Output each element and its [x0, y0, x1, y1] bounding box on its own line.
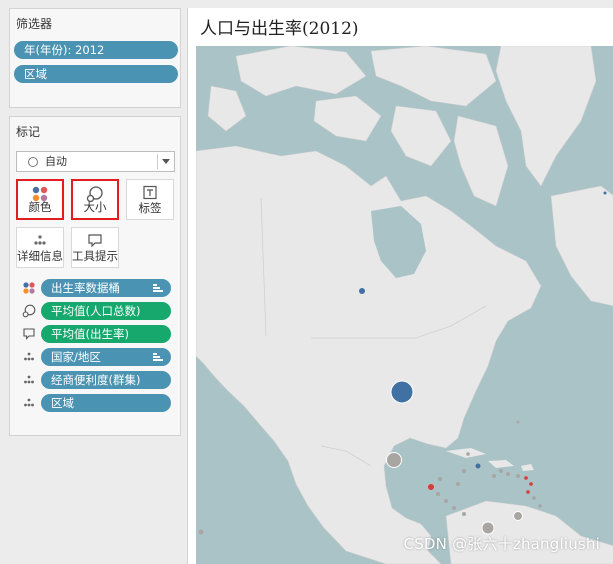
label-button-label: 标签	[138, 201, 162, 215]
worksheet-view: 人口与出生率(2012) CSDN @张六十zhangliushi	[187, 8, 613, 564]
detail-button-label: 详细信息	[17, 249, 63, 263]
size-circles-icon	[22, 304, 36, 318]
field-pill-label: 平均值(出生率)	[51, 327, 129, 341]
field-pill-country[interactable]: 国家/地区	[41, 348, 171, 366]
filters-title: 筛选器	[16, 17, 53, 31]
mark-panama[interactable]	[462, 512, 466, 516]
map-canvas[interactable]	[196, 46, 613, 564]
detail-dots-icon	[24, 375, 34, 384]
mark-type-dropdown[interactable]: 自动	[16, 151, 175, 172]
map-view[interactable]	[196, 46, 613, 564]
detail-dots-icon	[24, 352, 34, 361]
color-dots-icon	[23, 282, 35, 294]
mark-haiti[interactable]	[499, 469, 503, 473]
label-button[interactable]: 标签	[126, 179, 174, 220]
mark-guatemala[interactable]	[428, 484, 434, 490]
field-pill-region[interactable]: 区域	[41, 394, 171, 412]
detail-button[interactable]: 详细信息	[16, 227, 64, 268]
field-pill-label: 区域	[51, 396, 74, 410]
mark-cuba[interactable]	[475, 463, 481, 469]
tooltip-button-label: 工具提示	[72, 249, 118, 263]
sort-bars-icon	[153, 284, 163, 293]
size-button[interactable]: 大小	[71, 179, 119, 220]
sort-bars-icon	[153, 353, 163, 362]
mark-jamaica[interactable]	[492, 474, 496, 478]
filters-shelf: 筛选器 年(年份): 2012 区域	[9, 8, 181, 108]
mark-bermuda[interactable]	[516, 420, 520, 424]
mark-canada[interactable]	[359, 288, 365, 294]
detail-dots-icon	[24, 398, 34, 407]
size-button-label: 大小	[83, 200, 107, 214]
mark-usa[interactable]	[390, 380, 414, 404]
mark-trinidad[interactable]	[538, 504, 542, 508]
mark-bermuda-area[interactable]	[466, 452, 470, 456]
color-button-label: 颜色	[28, 200, 52, 214]
mark-grenada[interactable]	[532, 496, 536, 500]
mark-antigua[interactable]	[524, 476, 528, 480]
field-row-tooltip: 平均值(出生率)	[20, 324, 175, 344]
mark-st-lucia[interactable]	[529, 482, 533, 486]
chevron-down-icon[interactable]	[162, 159, 170, 164]
field-pill-label: 出生率数据桶	[51, 281, 120, 295]
field-row-detail-cluster: 经商便利度(群集)	[20, 370, 175, 390]
mark-mexico[interactable]	[386, 452, 402, 468]
mark-type-value: 自动	[45, 155, 67, 168]
dropdown-separator	[157, 154, 158, 169]
mark-honduras[interactable]	[436, 492, 440, 496]
field-row-color: 出生率数据桶	[20, 278, 175, 298]
field-pill-label: 经商便利度(群集)	[51, 373, 141, 387]
mark-barbados[interactable]	[526, 490, 530, 494]
field-row-size: 平均值(人口总数)	[20, 301, 175, 321]
circle-mark-icon	[28, 157, 38, 167]
mark-puerto-rico[interactable]	[516, 474, 520, 478]
filter-pill-year[interactable]: 年(年份): 2012	[14, 41, 178, 59]
watermark-text: CSDN @张六十zhangliushi	[403, 535, 600, 553]
field-row-detail-region: 区域	[20, 393, 175, 413]
filter-pill-region[interactable]: 区域	[14, 65, 178, 83]
field-row-detail-country: 国家/地区	[20, 347, 175, 367]
worksheet-title: 人口与出生率(2012)	[200, 19, 359, 39]
mark-pacific[interactable]	[198, 529, 204, 535]
field-pill-label: 国家/地区	[51, 350, 101, 364]
marks-title: 标记	[16, 125, 41, 139]
field-pill-avg-birthrate[interactable]: 平均值(出生率)	[41, 325, 171, 343]
mark-bahamas[interactable]	[462, 469, 466, 473]
mark-greenland[interactable]	[603, 191, 607, 195]
mark-dominican[interactable]	[506, 472, 510, 476]
field-pill-birthrate-bin[interactable]: 出生率数据桶	[41, 279, 171, 297]
tooltip-button[interactable]: 工具提示	[71, 227, 119, 268]
mark-venezuela[interactable]	[513, 511, 523, 521]
mark-belize[interactable]	[438, 477, 442, 481]
mark-costa-rica[interactable]	[452, 506, 456, 510]
tooltip-bubble-icon	[23, 328, 35, 340]
marks-card: 标记 自动 颜色 大小 标签 详细信息 工具提示 出生率数据桶 平均值(人口总数…	[9, 116, 181, 436]
field-pill-business-cluster[interactable]: 经商便利度(群集)	[41, 371, 171, 389]
mark-el-salvador[interactable]	[456, 482, 460, 486]
field-pill-label: 平均值(人口总数)	[51, 304, 141, 318]
mark-nicaragua[interactable]	[444, 499, 448, 503]
field-pill-avg-population[interactable]: 平均值(人口总数)	[41, 302, 171, 320]
color-button[interactable]: 颜色	[16, 179, 64, 220]
